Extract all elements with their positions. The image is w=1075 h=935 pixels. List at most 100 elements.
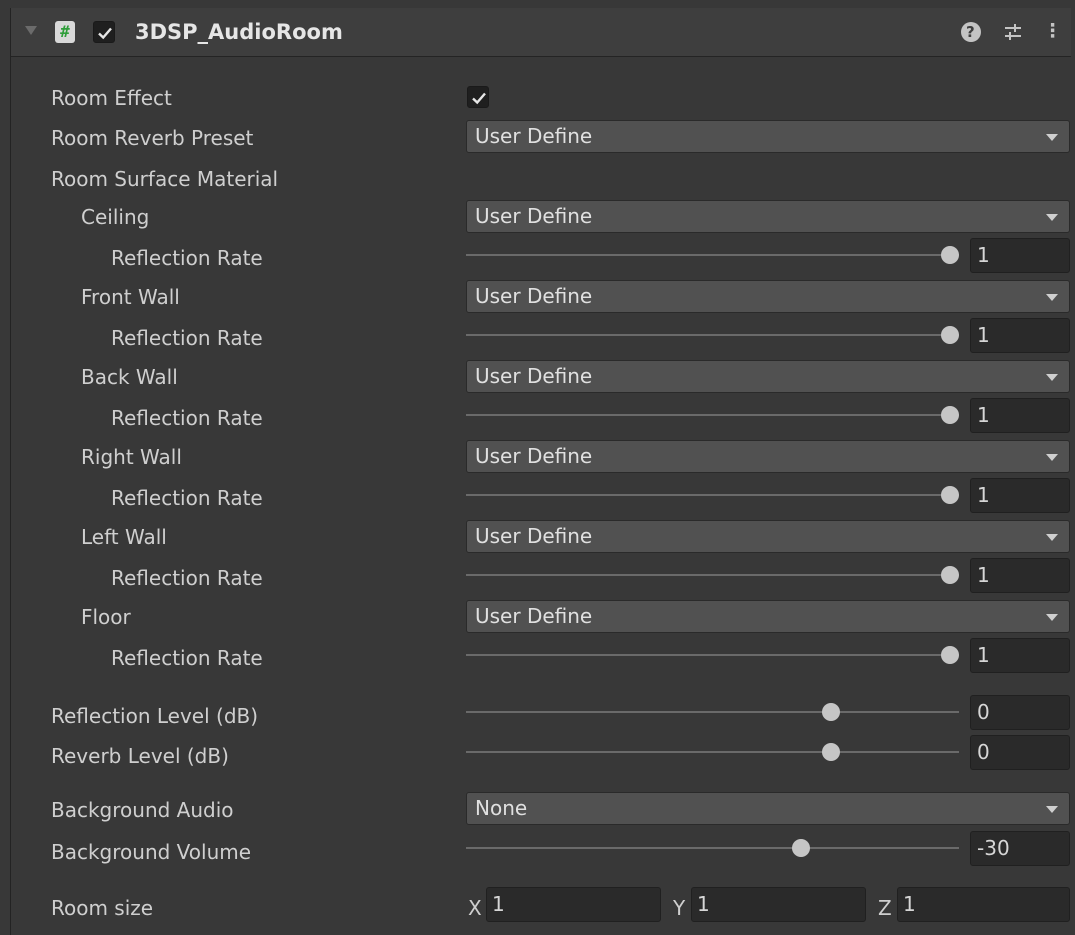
background-audio-dropdown[interactable]: None bbox=[466, 792, 1070, 825]
ceiling-reflection-rate-label: Reflection Rate bbox=[111, 246, 263, 270]
right-wall-reflection-rate-slider-track[interactable] bbox=[466, 494, 959, 496]
room-size-label: Room size bbox=[51, 896, 154, 920]
back-wall-reflection-rate-slider-track[interactable] bbox=[466, 414, 959, 416]
reverb-level-field[interactable]: 0 bbox=[970, 735, 1070, 770]
room-size-x-field[interactable]: 1 bbox=[486, 887, 661, 922]
dropdown-arrow-icon bbox=[1046, 806, 1058, 813]
ceiling-reflection-rate-field[interactable]: 1 bbox=[970, 238, 1070, 273]
ceiling-material-value: User Define bbox=[475, 204, 593, 228]
background-volume-label: Background Volume bbox=[51, 840, 252, 864]
room-surface-material-label: Room Surface Material bbox=[51, 167, 279, 191]
right-wall-material-value: User Define bbox=[475, 444, 593, 468]
background-audio-value: None bbox=[475, 796, 528, 820]
room-effect-checkbox[interactable] bbox=[467, 86, 489, 108]
background-volume-value: -30 bbox=[977, 836, 1010, 860]
back-wall-material-value: User Define bbox=[475, 364, 593, 388]
left-wall-reflection-rate-slider-track[interactable] bbox=[466, 574, 959, 576]
floor-material-value: User Define bbox=[475, 604, 593, 628]
floor-reflection-rate-slider-track[interactable] bbox=[466, 654, 959, 656]
floor-reflection-rate-value: 1 bbox=[977, 643, 990, 667]
reverb-level-value: 0 bbox=[977, 740, 990, 764]
front-wall-reflection-rate-slider-track[interactable] bbox=[466, 334, 959, 336]
ceiling-reflection-rate-slider-track[interactable] bbox=[466, 254, 959, 256]
dropdown-arrow-icon bbox=[1046, 294, 1058, 301]
front-wall-reflection-rate-label: Reflection Rate bbox=[111, 326, 263, 350]
left-wall-material-value: User Define bbox=[475, 524, 593, 548]
room-reverb-preset-dropdown[interactable]: User Define bbox=[466, 120, 1070, 153]
checkmark-icon bbox=[98, 27, 112, 40]
background-volume-field[interactable]: -30 bbox=[970, 831, 1070, 866]
reflection-level-field[interactable]: 0 bbox=[970, 695, 1070, 730]
reflection-level-slider-knob[interactable] bbox=[822, 703, 840, 721]
left-wall-label: Left Wall bbox=[81, 525, 167, 549]
room-size-z-field[interactable]: 1 bbox=[897, 887, 1070, 922]
component-title: 3DSP_AudioRoom bbox=[135, 20, 343, 44]
back-wall-label: Back Wall bbox=[81, 365, 178, 389]
dropdown-arrow-icon bbox=[1046, 534, 1058, 541]
left-wall-reflection-rate-label: Reflection Rate bbox=[111, 566, 263, 590]
front-wall-reflection-rate-field[interactable]: 1 bbox=[970, 318, 1070, 353]
reverb-level-label: Reverb Level (dB) bbox=[51, 744, 229, 768]
floor-material-dropdown[interactable]: User Define bbox=[466, 600, 1070, 633]
left-wall-reflection-rate-field[interactable]: 1 bbox=[970, 558, 1070, 593]
reflection-level-value: 0 bbox=[977, 700, 990, 724]
audio-room-component: # 3DSP_AudioRoom ? ⋮ Room Effect Room Re… bbox=[10, 8, 1071, 935]
dropdown-arrow-icon bbox=[1046, 454, 1058, 461]
floor-reflection-rate-field[interactable]: 1 bbox=[970, 638, 1070, 673]
front-wall-material-dropdown[interactable]: User Define bbox=[466, 280, 1070, 313]
fold-arrow-icon[interactable] bbox=[25, 26, 37, 35]
more-menu-icon[interactable]: ⋮ bbox=[1043, 20, 1062, 42]
preset-settings-glyph bbox=[1005, 24, 1021, 40]
front-wall-material-value: User Define bbox=[475, 284, 593, 308]
dropdown-arrow-icon bbox=[1046, 134, 1058, 141]
more-glyph: ⋮ bbox=[1043, 20, 1062, 42]
reverb-level-slider-knob[interactable] bbox=[822, 743, 840, 761]
back-wall-reflection-rate-slider-knob[interactable] bbox=[941, 406, 959, 424]
help-glyph: ? bbox=[966, 23, 975, 41]
room-size-y-label: Y bbox=[673, 896, 686, 920]
preset-settings-icon[interactable] bbox=[1003, 22, 1023, 47]
ceiling-material-dropdown[interactable]: User Define bbox=[466, 200, 1070, 233]
left-wall-material-dropdown[interactable]: User Define bbox=[466, 520, 1070, 553]
background-volume-slider-knob[interactable] bbox=[792, 839, 810, 857]
left-wall-reflection-rate-slider-knob[interactable] bbox=[941, 566, 959, 584]
right-wall-material-dropdown[interactable]: User Define bbox=[466, 440, 1070, 473]
right-wall-reflection-rate-value: 1 bbox=[977, 483, 990, 507]
reflection-level-slider-track[interactable] bbox=[466, 711, 959, 713]
dropdown-arrow-icon bbox=[1046, 614, 1058, 621]
dropdown-arrow-icon bbox=[1046, 374, 1058, 381]
room-size-z-label: Z bbox=[878, 896, 892, 920]
floor-reflection-rate-slider-knob[interactable] bbox=[941, 646, 959, 664]
back-wall-reflection-rate-value: 1 bbox=[977, 403, 990, 427]
right-wall-reflection-rate-field[interactable]: 1 bbox=[970, 478, 1070, 513]
room-size-x-value: 1 bbox=[492, 892, 505, 916]
front-wall-reflection-rate-slider-knob[interactable] bbox=[941, 326, 959, 344]
right-wall-label: Right Wall bbox=[81, 445, 182, 469]
component-header[interactable]: # 3DSP_AudioRoom ? ⋮ bbox=[11, 8, 1071, 57]
ceiling-reflection-rate-value: 1 bbox=[977, 243, 990, 267]
room-size-z-value: 1 bbox=[903, 892, 916, 916]
script-icon: # bbox=[55, 21, 75, 43]
back-wall-reflection-rate-field[interactable]: 1 bbox=[970, 398, 1070, 433]
dropdown-arrow-icon bbox=[1046, 214, 1058, 221]
back-wall-material-dropdown[interactable]: User Define bbox=[466, 360, 1070, 393]
reverb-level-slider-track[interactable] bbox=[466, 751, 959, 753]
component-enabled-checkbox[interactable] bbox=[93, 21, 115, 43]
room-effect-label: Room Effect bbox=[51, 86, 172, 110]
right-wall-reflection-rate-label: Reflection Rate bbox=[111, 486, 263, 510]
floor-label: Floor bbox=[81, 605, 131, 629]
ceiling-label: Ceiling bbox=[81, 205, 150, 229]
right-wall-reflection-rate-slider-knob[interactable] bbox=[941, 486, 959, 504]
help-icon[interactable]: ? bbox=[961, 22, 981, 42]
front-wall-label: Front Wall bbox=[81, 285, 180, 309]
checkmark-icon bbox=[472, 92, 486, 105]
room-size-y-value: 1 bbox=[697, 892, 710, 916]
background-volume-slider-track[interactable] bbox=[466, 847, 959, 849]
floor-reflection-rate-label: Reflection Rate bbox=[111, 646, 263, 670]
room-reverb-preset-label: Room Reverb Preset bbox=[51, 126, 254, 150]
ceiling-reflection-rate-slider-knob[interactable] bbox=[941, 246, 959, 264]
reflection-level-label: Reflection Level (dB) bbox=[51, 704, 259, 728]
room-size-y-field[interactable]: 1 bbox=[691, 887, 866, 922]
room-reverb-preset-value: User Define bbox=[475, 124, 593, 148]
background-audio-label: Background Audio bbox=[51, 798, 234, 822]
